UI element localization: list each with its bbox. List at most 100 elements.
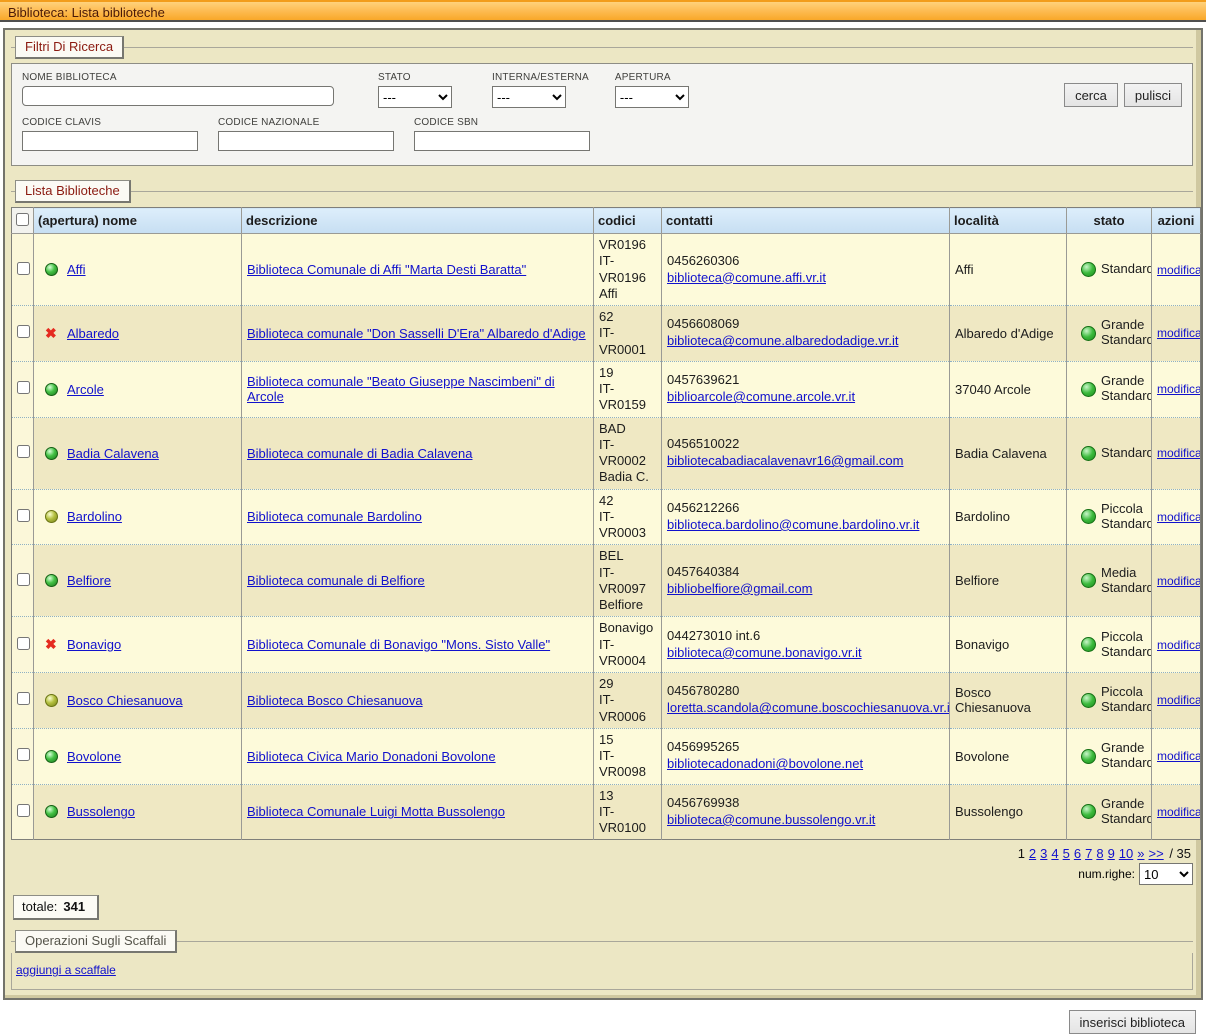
email-link[interactable]: biblioteca@comune.affi.vr.it [667,270,826,285]
apertura-select[interactable]: --- [615,86,689,108]
library-name-link[interactable]: Bardolino [67,509,122,524]
filters-box: NOME BIBLIOTECA STATO --- INTERNA/ESTERN… [11,63,1193,166]
codice-nazionale-input[interactable] [218,131,394,151]
library-name-link[interactable]: Arcole [67,382,104,397]
codice-clavis-input[interactable] [22,131,198,151]
pagination-page-link[interactable]: 9 [1108,846,1115,861]
library-description-link[interactable]: Biblioteca comunale Bardolino [247,509,422,524]
rows-per-page: num.righe: 10 [11,863,1193,885]
pagination-page-link[interactable]: 7 [1085,846,1092,861]
library-contacts-cell: 0456780280loretta.scandola@comune.boscoc… [662,673,950,729]
email-link[interactable]: biblioteca@comune.bussolengo.vr.it [667,812,875,827]
main-container: Filtri Di Ricerca NOME BIBLIOTECA STATO … [3,28,1203,1000]
email-link[interactable]: biblioteca@comune.bonavigo.vr.it [667,645,862,660]
apertura-open-icon [45,574,58,587]
library-codes-cell: 19 IT-VR0159 [594,361,662,417]
library-name-link[interactable]: Affi [67,262,86,277]
library-name-link[interactable]: Bovolone [67,749,121,764]
library-description-link[interactable]: Biblioteca comunale di Badia Calavena [247,446,472,461]
nome-biblioteca-input[interactable] [22,86,334,106]
library-name-link[interactable]: Badia Calavena [67,446,159,461]
add-to-shelf-link[interactable]: aggiungi a scaffale [16,963,116,977]
library-description-link[interactable]: Biblioteca Bosco Chiesanuova [247,693,423,708]
library-name-cell: Bardolino [34,489,242,545]
library-name-link[interactable]: Bussolengo [67,804,135,819]
row-select-cell [12,784,34,840]
pagination-page-link[interactable]: 4 [1051,846,1058,861]
library-name-link[interactable]: Belfiore [67,573,111,588]
cerca-button[interactable]: cerca [1064,83,1118,107]
row-checkbox[interactable] [17,445,30,458]
email-link[interactable]: biblioteca@comune.albaredodadige.vr.it [667,333,898,348]
email-link[interactable]: biblioteca.bardolino@comune.bardolino.vr… [667,517,919,532]
row-checkbox[interactable] [17,748,30,761]
codice-sbn-input[interactable] [414,131,590,151]
email-link[interactable]: loretta.scandola@comune.boscochiesanuova… [667,700,950,715]
email-link[interactable]: bibliotecabadiacalavenavr16@gmail.com [667,453,904,468]
list-tab-label: Lista Biblioteche [25,183,120,198]
phone-number: 0456212266 [667,500,944,517]
modifica-link[interactable]: modifica [1157,805,1201,819]
status-green-icon [1081,573,1096,588]
rows-per-page-label: num.righe: [1078,867,1135,881]
library-status-cell: Media Standard [1067,545,1152,617]
library-description-link[interactable]: Biblioteca comunale "Beato Giuseppe Nasc… [247,374,555,404]
row-checkbox[interactable] [17,637,30,650]
row-checkbox[interactable] [17,692,30,705]
pagination-page-link[interactable]: 3 [1040,846,1047,861]
library-name-cell: Arcole [34,361,242,417]
row-checkbox[interactable] [17,262,30,275]
pagination-last-link[interactable]: >> [1149,846,1164,861]
status-green-icon [1081,749,1096,764]
modifica-link[interactable]: modifica [1157,263,1201,277]
library-actions-cell: modifica [1152,417,1201,489]
rows-per-page-select[interactable]: 10 [1139,863,1193,885]
library-name-link[interactable]: Bosco Chiesanuova [67,693,183,708]
library-description-link[interactable]: Biblioteca Comunale di Affi "Marta Desti… [247,262,526,277]
library-actions-cell: modifica [1152,361,1201,417]
inserisci-biblioteca-button[interactable]: inserisci biblioteca [1069,1010,1197,1034]
list-legend-line [11,191,1193,203]
pulisci-button[interactable]: pulisci [1124,83,1182,107]
status-label: Grande Standard [1101,741,1152,771]
row-checkbox[interactable] [17,381,30,394]
modifica-link[interactable]: modifica [1157,446,1201,460]
email-link[interactable]: biblioarcole@comune.arcole.vr.it [667,389,855,404]
pagination-page-link[interactable]: 2 [1029,846,1036,861]
pagination-page-link[interactable]: 5 [1063,846,1070,861]
library-description-link[interactable]: Biblioteca Civica Mario Donadoni Bovolon… [247,749,496,764]
library-description-link[interactable]: Biblioteca comunale "Don Sasselli D'Era"… [247,326,586,341]
modifica-link[interactable]: modifica [1157,638,1201,652]
library-description-link[interactable]: Biblioteca comunale di Belfiore [247,573,425,588]
pagination-page-link[interactable]: 6 [1074,846,1081,861]
row-checkbox[interactable] [17,509,30,522]
modifica-link[interactable]: modifica [1157,382,1201,396]
library-locality-cell: Badia Calavena [950,417,1067,489]
modifica-link[interactable]: modifica [1157,326,1201,340]
email-link[interactable]: bibliotecadonadoni@bovolone.net [667,756,863,771]
library-codes-cell: BEL IT-VR0097 Belfiore [594,545,662,617]
library-actions-cell: modifica [1152,545,1201,617]
library-name-link[interactable]: Albaredo [67,326,119,341]
row-checkbox[interactable] [17,804,30,817]
email-link[interactable]: bibliobelfiore@gmail.com [667,581,812,596]
table-row: Bussolengo Biblioteca Comunale Luigi Mott… [12,784,1201,840]
modifica-link[interactable]: modifica [1157,749,1201,763]
modifica-link[interactable]: modifica [1157,693,1201,707]
library-description-cell: Biblioteca comunale "Don Sasselli D'Era"… [242,306,594,362]
interna-esterna-select[interactable]: --- [492,86,566,108]
libraries-table: (apertura) nome descrizione codici conta… [11,207,1201,840]
select-all-checkbox[interactable] [16,213,29,226]
library-description-link[interactable]: Biblioteca Comunale Luigi Motta Bussolen… [247,804,505,819]
row-checkbox[interactable] [17,573,30,586]
library-name-link[interactable]: Bonavigo [67,637,121,652]
row-checkbox[interactable] [17,325,30,338]
pagination-page-link[interactable]: 8 [1096,846,1103,861]
stato-select[interactable]: --- [378,86,452,108]
pagination-page-link[interactable]: 10 [1119,846,1133,861]
library-description-link[interactable]: Biblioteca Comunale di Bonavigo "Mons. S… [247,637,550,652]
modifica-link[interactable]: modifica [1157,574,1201,588]
pagination-next-link[interactable]: » [1137,846,1144,861]
modifica-link[interactable]: modifica [1157,510,1201,524]
library-locality-cell: Albaredo d'Adige [950,306,1067,362]
